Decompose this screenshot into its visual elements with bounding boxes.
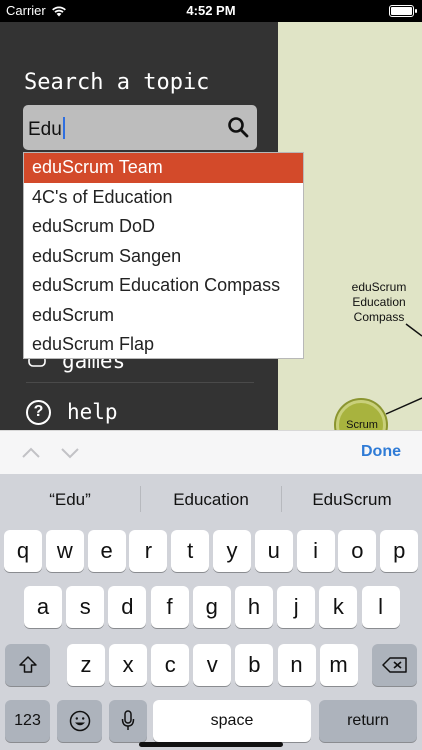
key-y[interactable]: y bbox=[213, 530, 251, 572]
key-j[interactable]: j bbox=[277, 586, 316, 628]
search-input[interactable]: Edu bbox=[23, 105, 257, 150]
dropdown-item[interactable]: eduScrum bbox=[24, 301, 303, 331]
help-icon: ? bbox=[26, 399, 51, 425]
search-text: Edu bbox=[28, 119, 62, 140]
battery-icon bbox=[389, 5, 417, 17]
sidebar-item-help[interactable]: ? help bbox=[26, 394, 118, 430]
key-c[interactable]: c bbox=[151, 644, 190, 686]
key-l[interactable]: l bbox=[361, 586, 400, 628]
key-g[interactable]: g bbox=[192, 586, 231, 628]
key-o[interactable]: o bbox=[338, 530, 377, 572]
key-n[interactable]: n bbox=[277, 644, 316, 686]
key-i[interactable]: i bbox=[296, 530, 335, 572]
emoji-key[interactable] bbox=[57, 700, 102, 742]
suggestion-item[interactable]: Education bbox=[141, 490, 281, 510]
key-z[interactable]: z bbox=[67, 644, 105, 686]
autocomplete-dropdown: eduScrum Team 4C's of Education eduScrum… bbox=[23, 152, 304, 359]
key-k[interactable]: k bbox=[319, 586, 358, 628]
key-x[interactable]: x bbox=[109, 644, 148, 686]
dropdown-item[interactable]: eduScrum Team bbox=[24, 153, 303, 183]
key-t[interactable]: t bbox=[171, 530, 210, 572]
map-node-education-compass[interactable]: eduScrum Education Compass bbox=[348, 280, 410, 325]
text-caret bbox=[62, 117, 65, 139]
battery-fill bbox=[391, 7, 412, 15]
key-m[interactable]: m bbox=[319, 644, 358, 686]
key-v[interactable]: v bbox=[193, 644, 232, 686]
search-icon[interactable] bbox=[227, 116, 249, 138]
chevron-down-icon[interactable] bbox=[59, 444, 81, 462]
keyboard-toolbar: Done bbox=[0, 430, 422, 474]
key-e[interactable]: e bbox=[87, 530, 126, 572]
keyboard: “Edu” Education EduScrum qwertyuiop asdfg… bbox=[0, 474, 422, 750]
shift-key[interactable] bbox=[5, 644, 50, 686]
predictive-bar: “Edu” Education EduScrum bbox=[0, 474, 422, 526]
backspace-key[interactable] bbox=[372, 644, 417, 686]
shift-icon bbox=[18, 656, 37, 673]
suggestion-item[interactable]: EduScrum bbox=[282, 490, 422, 510]
key-q[interactable]: q bbox=[4, 530, 42, 572]
key-r[interactable]: r bbox=[129, 530, 168, 572]
key-f[interactable]: f bbox=[150, 586, 189, 628]
home-indicator bbox=[139, 742, 283, 747]
dropdown-item[interactable]: eduScrum Sangen bbox=[24, 242, 303, 272]
microphone-icon bbox=[121, 710, 135, 730]
key-d[interactable]: d bbox=[108, 586, 147, 628]
numbers-key[interactable]: 123 bbox=[5, 700, 50, 742]
search-heading: Search a topic bbox=[24, 70, 210, 95]
key-p[interactable]: p bbox=[380, 530, 419, 572]
status-bar: Carrier 4:52 PM bbox=[0, 0, 422, 22]
key-h[interactable]: h bbox=[235, 586, 273, 628]
map-node-scrum-label: Scrum bbox=[346, 419, 378, 430]
dictation-key[interactable] bbox=[109, 700, 147, 742]
emoji-icon bbox=[69, 710, 90, 732]
done-button[interactable]: Done bbox=[361, 443, 401, 461]
key-s[interactable]: s bbox=[66, 586, 105, 628]
menu-divider bbox=[26, 382, 254, 383]
return-key[interactable]: return bbox=[319, 700, 417, 742]
map-node-label-line: Education bbox=[352, 295, 406, 309]
key-a[interactable]: a bbox=[24, 586, 62, 628]
dropdown-item[interactable]: eduScrum DoD bbox=[24, 212, 303, 242]
chevron-up-icon[interactable] bbox=[20, 444, 42, 462]
map-node-label-line: eduScrum bbox=[351, 280, 407, 294]
search-value: Edu bbox=[28, 117, 65, 141]
dropdown-item[interactable]: eduScrum Education Compass bbox=[24, 271, 303, 301]
sidebar-item-label: help bbox=[67, 400, 118, 424]
dropdown-item[interactable]: eduScrum Flap bbox=[24, 330, 303, 360]
dropdown-item[interactable]: 4C's of Education bbox=[24, 183, 303, 213]
key-u[interactable]: u bbox=[254, 530, 293, 572]
key-b[interactable]: b bbox=[235, 644, 274, 686]
map-node-label-line: Compass bbox=[353, 310, 405, 324]
status-time: 4:52 PM bbox=[186, 3, 236, 18]
space-key[interactable]: space bbox=[153, 700, 311, 742]
key-w[interactable]: w bbox=[45, 530, 84, 572]
suggestion-item[interactable]: “Edu” bbox=[0, 490, 140, 510]
backspace-icon bbox=[381, 657, 407, 673]
